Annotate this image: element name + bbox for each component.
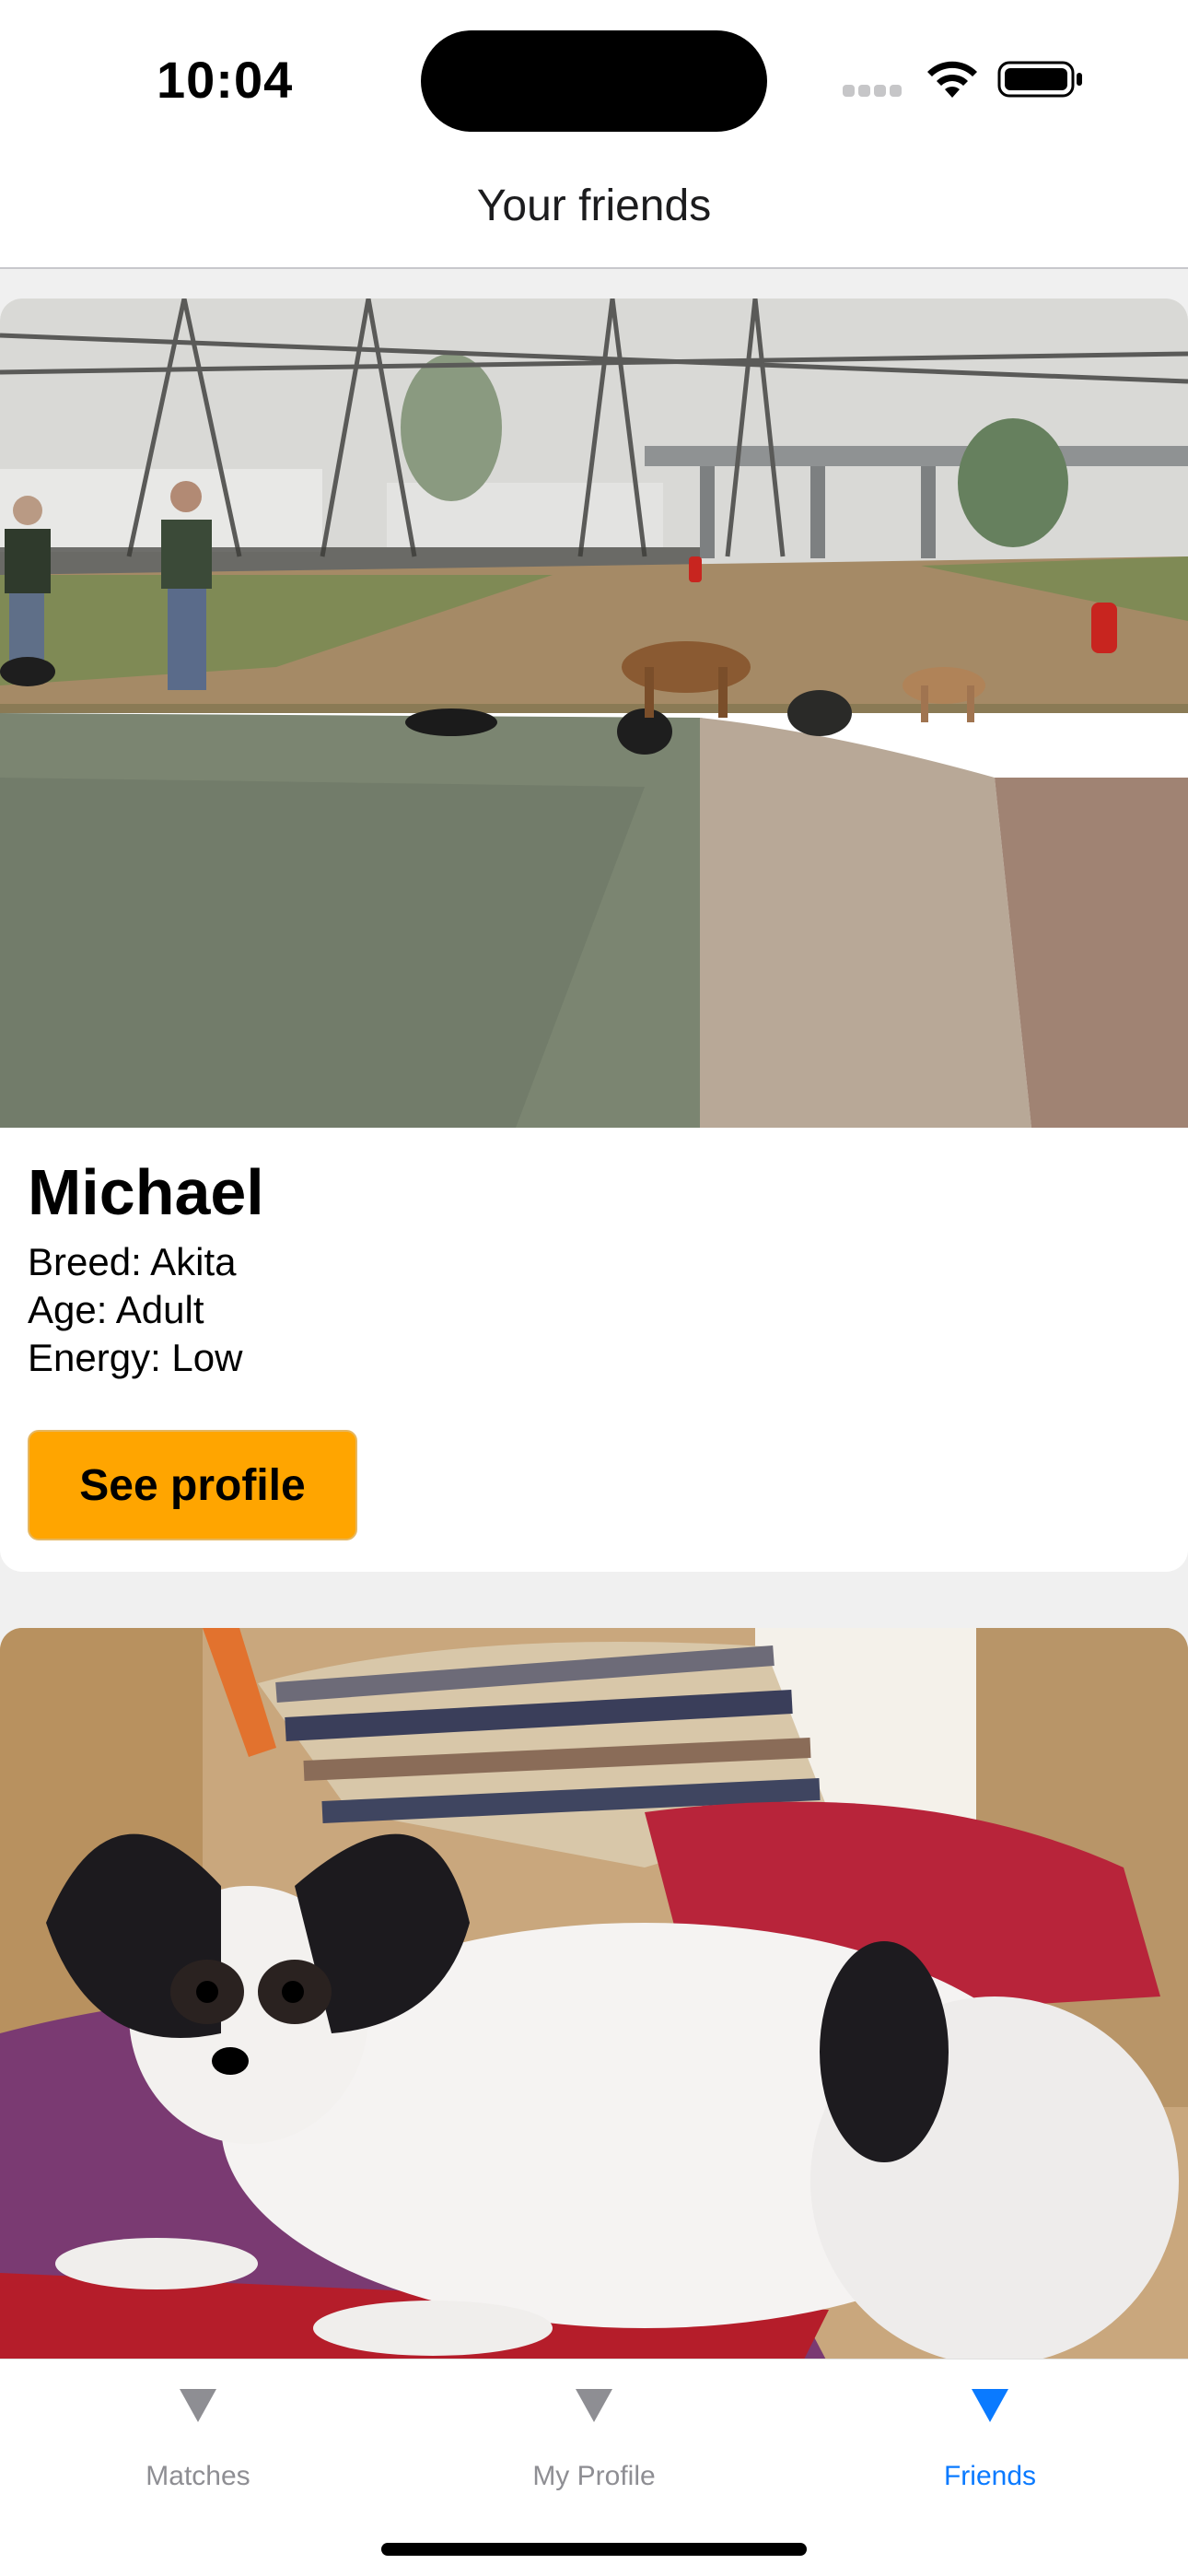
dynamic-island <box>421 30 767 132</box>
dog-park-photo <box>0 299 1188 1128</box>
friend-breed: Breed: Akita <box>28 1240 237 1283</box>
tab-friends[interactable]: Friends <box>792 2387 1188 2516</box>
triangle-down-icon <box>972 2389 1008 2422</box>
status-bar: 10:04 <box>0 0 1188 157</box>
tab-label: Matches <box>146 2461 250 2491</box>
see-profile-button[interactable]: See profile <box>28 1430 357 1540</box>
page-title: Your friends <box>476 181 712 230</box>
friend-card <box>0 1628 1188 2359</box>
battery-icon <box>997 61 1082 98</box>
tab-label: My Profile <box>532 2461 656 2491</box>
friends-list[interactable]: Michael Breed: Akita Age: Adult Energy: … <box>0 269 1188 2359</box>
friend-age: Age: Adult <box>28 1288 204 1331</box>
navigation-header: Your friends <box>0 157 1188 269</box>
wifi-icon <box>927 61 977 98</box>
tab-label: Friends <box>943 2461 1037 2491</box>
status-time: 10:04 <box>157 51 294 109</box>
tab-matches[interactable]: Matches <box>0 2387 396 2516</box>
triangle-down-icon <box>180 2389 216 2422</box>
friend-energy: Energy: Low <box>28 1336 243 1379</box>
friend-name: Michael <box>28 1156 264 1228</box>
papillon-dog-photo <box>0 1628 1188 2359</box>
home-indicator <box>381 2543 807 2556</box>
cellular-signal-icon <box>843 85 907 98</box>
triangle-down-icon <box>576 2389 612 2422</box>
friend-card: Michael Breed: Akita Age: Adult Energy: … <box>0 299 1188 1572</box>
tab-my-profile[interactable]: My Profile <box>396 2387 792 2516</box>
